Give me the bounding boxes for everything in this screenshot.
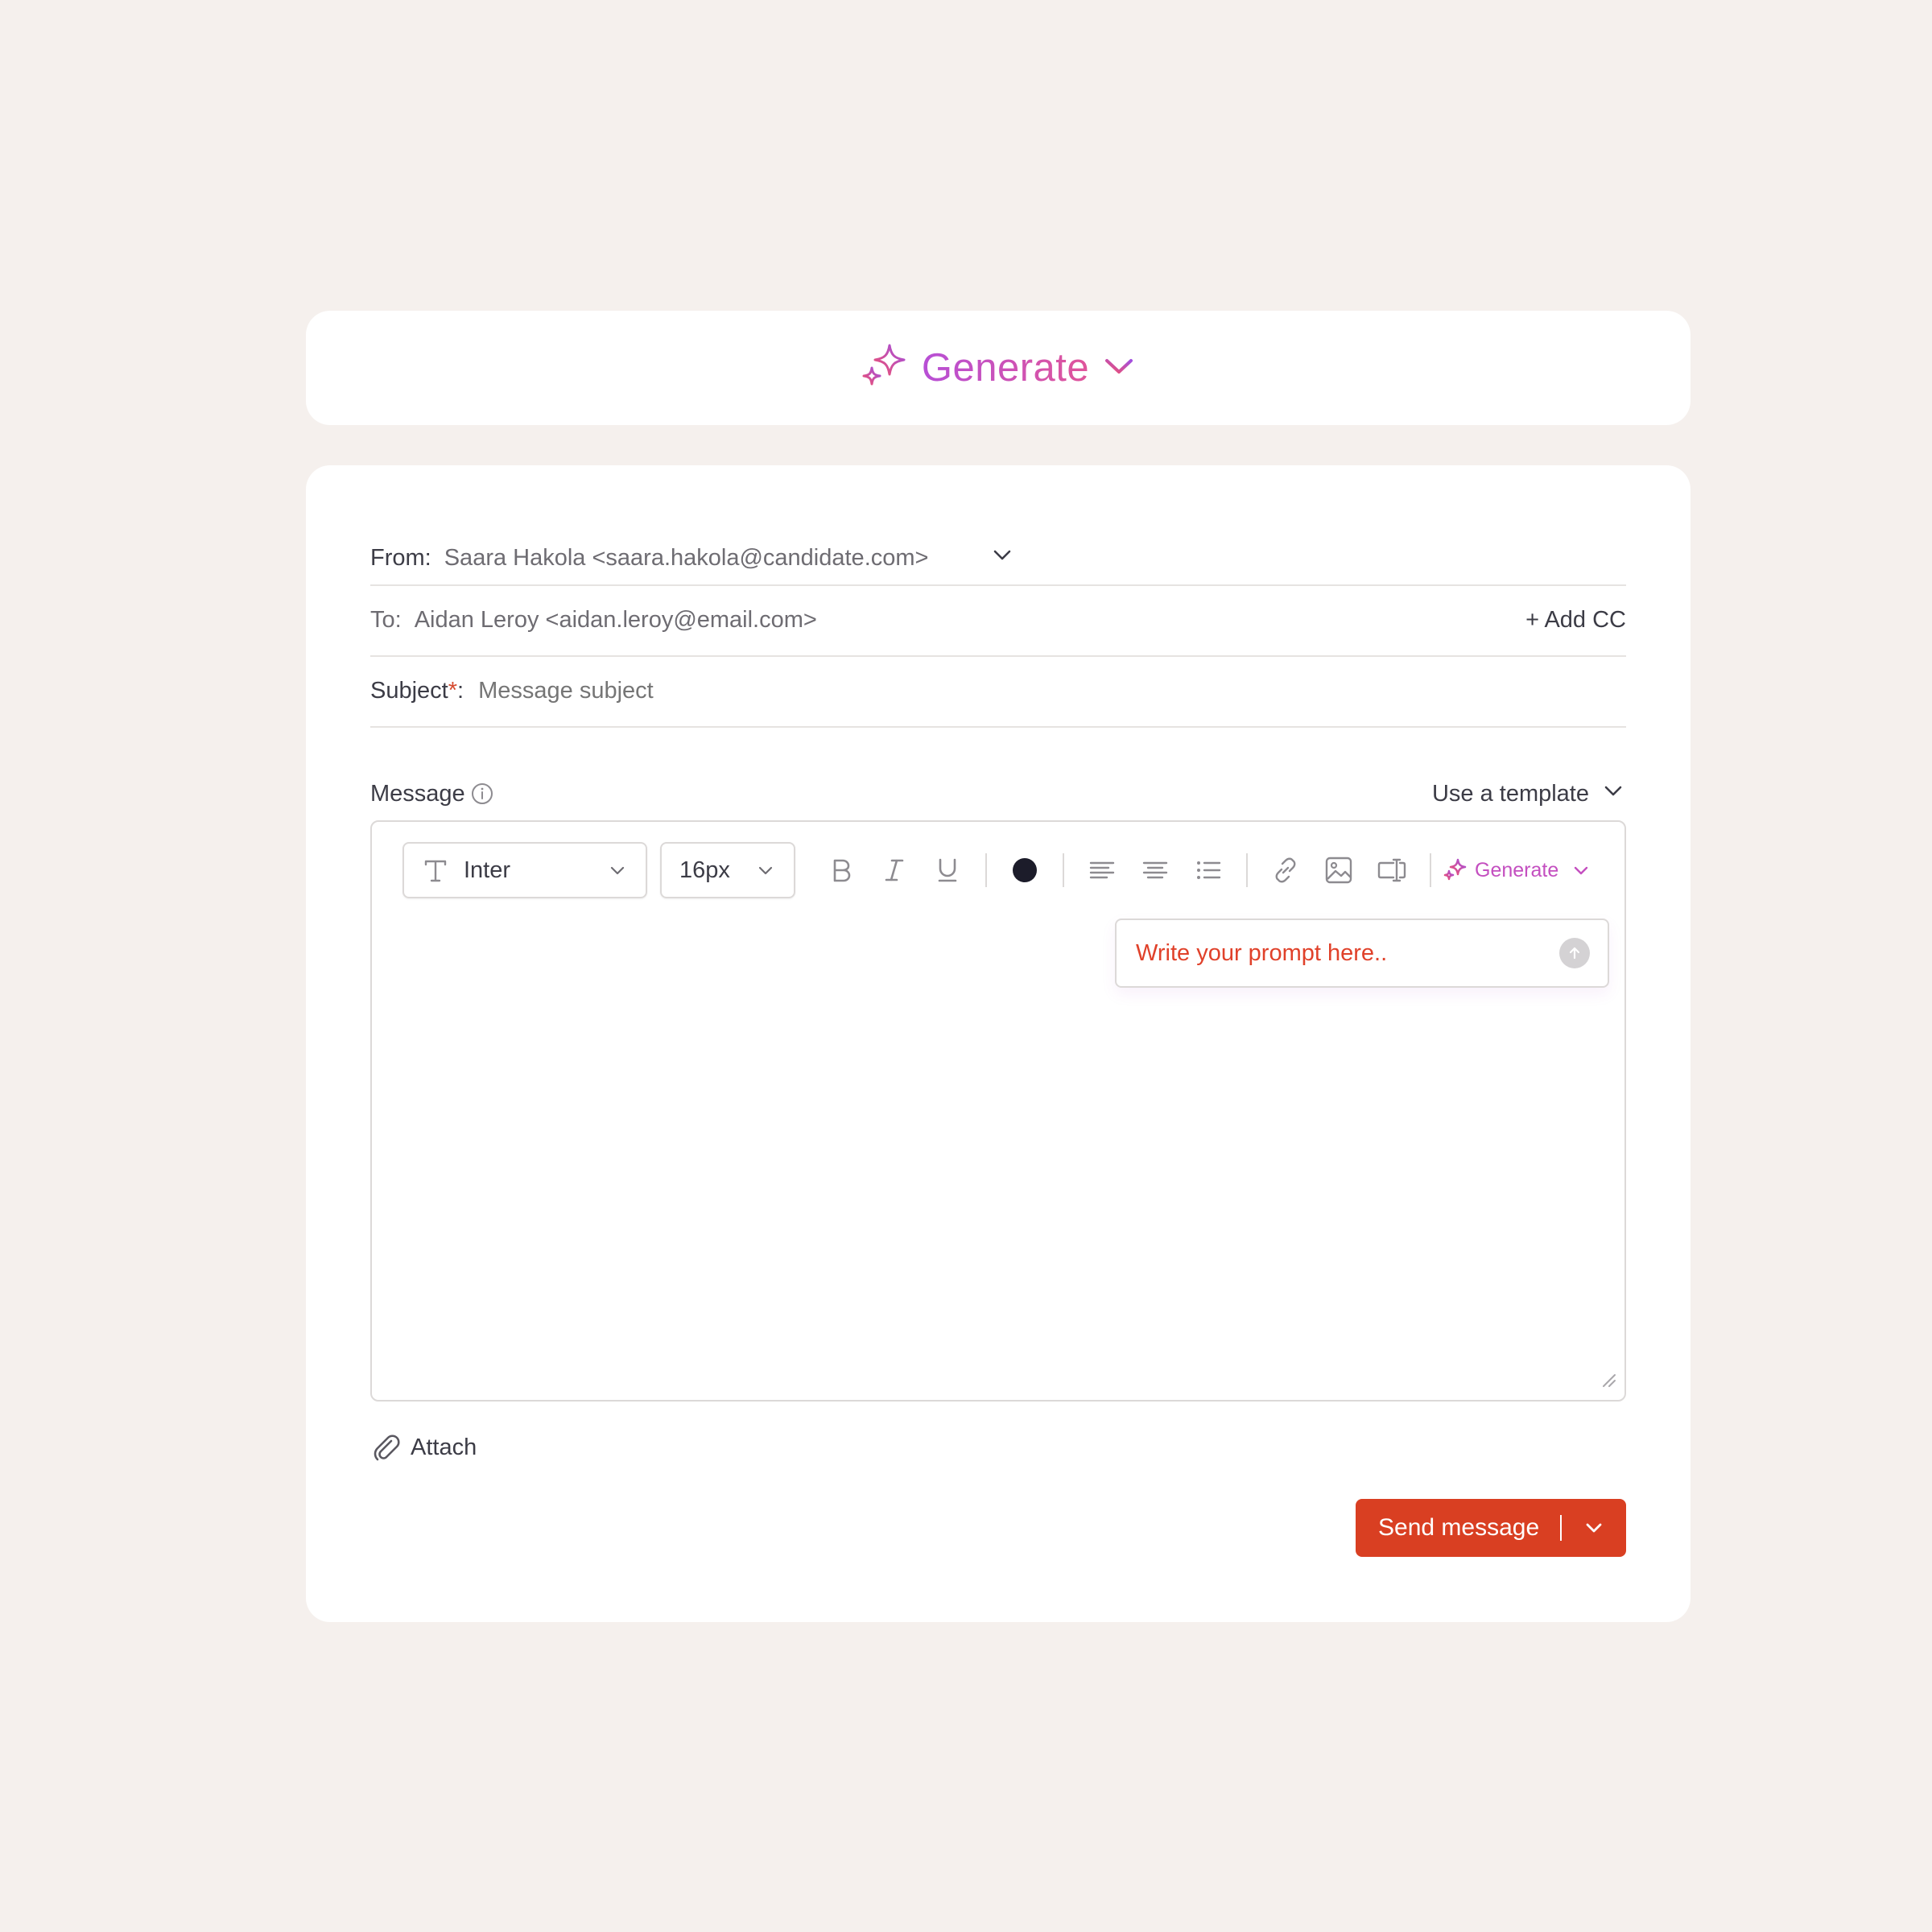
to-value[interactable]: Aidan Leroy <aidan.leroy@email.com>	[415, 607, 817, 634]
generate-card: Generate	[306, 311, 1690, 425]
from-select[interactable]: Saara Hakola <saara.hakola@candidate.com…	[444, 542, 1016, 574]
message-editor[interactable]: Inter 16px Generate Write your prompt he…	[370, 820, 1626, 1402]
add-cc-button[interactable]: + Add CC	[1525, 607, 1626, 634]
message-label: Message	[370, 780, 465, 807]
resize-handle-icon[interactable]	[1599, 1370, 1616, 1392]
subject-field: Subject*:	[370, 655, 1626, 728]
chevron-down-icon	[989, 542, 1015, 574]
font-family-select[interactable]: Inter	[402, 842, 647, 898]
generate-dropdown-button[interactable]: Generate	[859, 341, 1137, 396]
image-icon[interactable]	[1316, 848, 1361, 893]
toolbar-divider	[1246, 853, 1248, 887]
compose-card: From: Saara Hakola <saara.hakola@candida…	[306, 465, 1690, 1622]
from-field: From: Saara Hakola <saara.hakola@candida…	[370, 531, 1626, 586]
editor-toolbar: Inter 16px Generate	[402, 841, 1608, 899]
prompt-submit-button[interactable]	[1559, 938, 1590, 968]
toolbar-divider	[985, 853, 987, 887]
variable-icon[interactable]	[1369, 848, 1414, 893]
text-color-swatch[interactable]	[1002, 848, 1047, 893]
font-family-value: Inter	[464, 857, 511, 883]
send-message-split-button: Send message	[1356, 1499, 1626, 1557]
to-field: To: Aidan Leroy <aidan.leroy@email.com> …	[370, 584, 1626, 657]
prompt-popover	[1115, 919, 1609, 988]
italic-icon[interactable]	[872, 848, 917, 893]
toolbar-divider	[1430, 853, 1431, 887]
sparkle-icon	[859, 341, 910, 396]
font-size-value: 16px	[679, 857, 730, 883]
bullet-list-icon[interactable]	[1186, 848, 1231, 893]
subject-label: Subject*:	[370, 677, 464, 704]
from-label: From:	[370, 544, 431, 571]
to-label: To:	[370, 606, 402, 633]
chevron-down-icon	[1100, 348, 1137, 389]
font-type-icon	[422, 857, 449, 884]
link-icon[interactable]	[1263, 848, 1308, 893]
align-center-icon[interactable]	[1133, 848, 1178, 893]
chevron-down-icon	[1571, 861, 1591, 880]
underline-icon[interactable]	[925, 848, 970, 893]
paperclip-icon	[370, 1431, 402, 1463]
generate-label: Generate	[921, 346, 1090, 390]
attach-label: Attach	[411, 1434, 477, 1460]
required-mark: *	[448, 677, 458, 704]
attach-button[interactable]: Attach	[370, 1431, 477, 1463]
use-template-label: Use a template	[1431, 780, 1589, 807]
chevron-down-icon	[1600, 778, 1626, 810]
bold-icon[interactable]	[819, 848, 864, 893]
message-header: Message Use a template	[370, 774, 1626, 813]
align-left-icon[interactable]	[1080, 848, 1125, 893]
arrow-up-icon	[1566, 944, 1583, 962]
send-options-chevron-down-icon[interactable]	[1562, 1516, 1626, 1540]
toolbar-generate-label: Generate	[1475, 858, 1559, 881]
send-message-button[interactable]: Send message	[1356, 1514, 1539, 1542]
info-icon[interactable]	[470, 782, 494, 806]
chevron-down-icon	[607, 860, 628, 881]
toolbar-divider	[1063, 853, 1064, 887]
font-size-select[interactable]: 16px	[660, 842, 795, 898]
toolbar-generate-button[interactable]: Generate	[1443, 857, 1591, 883]
prompt-input[interactable]	[1134, 939, 1559, 968]
use-template-dropdown[interactable]: Use a template	[1432, 778, 1626, 810]
chevron-down-icon	[755, 860, 776, 881]
subject-input[interactable]	[478, 677, 1626, 704]
from-value: Saara Hakola <saara.hakola@candidate.com…	[444, 544, 929, 571]
sparkle-icon	[1443, 857, 1468, 883]
